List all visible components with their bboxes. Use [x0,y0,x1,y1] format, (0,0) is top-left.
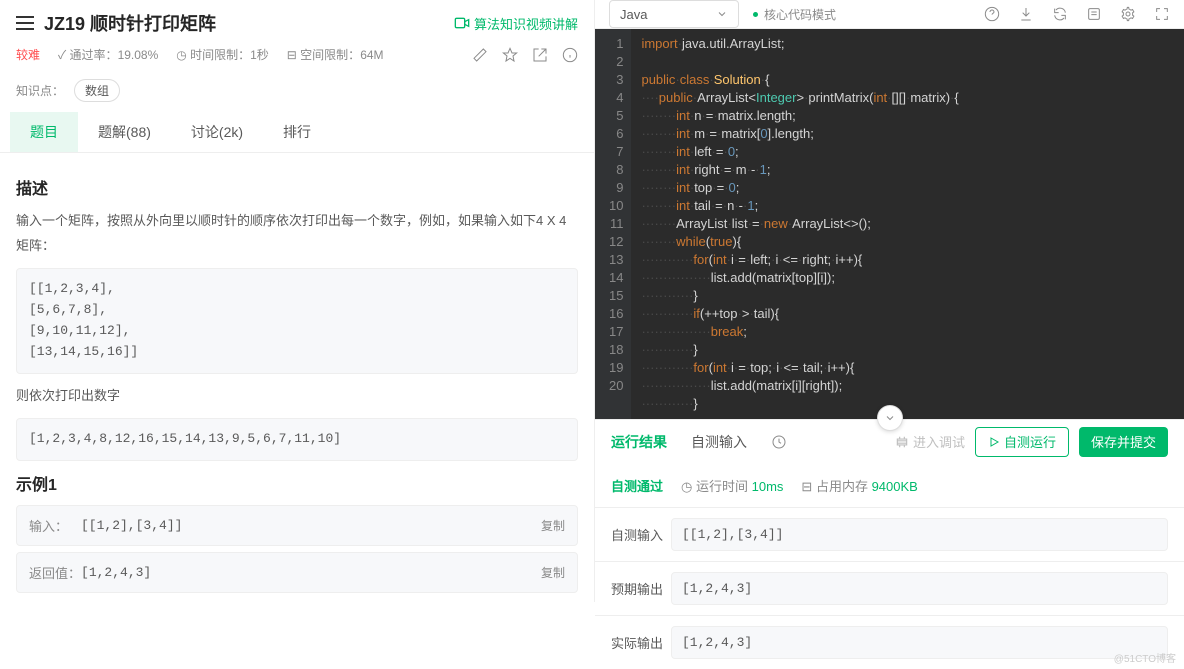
play-icon [988,436,1000,448]
editor-wrap: 1234567891011121314151617181920 import·j… [595,29,1184,419]
example-return-value: [1,2,4,3] [81,565,541,580]
history-icon[interactable] [771,434,787,450]
knowledge-label: 知识点： [16,82,64,99]
save-submit-button[interactable]: 保存并提交 [1079,427,1168,457]
language-label: Java [620,7,647,22]
debug-icon [895,435,909,449]
tab-rank[interactable]: 排行 [263,112,331,152]
collapse-panel-button[interactable] [877,405,903,431]
example-input-label: 输入： [29,516,81,535]
problem-title: JZ19 顺时针打印矩阵 [44,10,454,36]
output-sequence-box: [1,2,3,4,8,12,16,15,14,13,9,5,6,7,11,10] [16,418,578,461]
self-run-label: 自测运行 [1004,432,1056,451]
watermark: @51CTO博客 [1114,650,1176,665]
code-content[interactable]: import·java.util.ArrayList; public·class… [631,29,968,419]
download-icon[interactable] [1018,6,1034,22]
settings-icon[interactable] [1120,6,1136,22]
io-self-input-row: 自测输入 [[1,2],[3,4]] [595,507,1184,561]
code-mode-label: 核心代码模式 [764,6,836,23]
difficulty-label: 较难 [16,46,40,63]
runtime-stat: ◷ 运行时间 10ms [681,476,783,495]
tab-discuss[interactable]: 讨论(2k) [171,112,263,152]
video-explain-link[interactable]: 算法知识视频讲解 [454,14,578,33]
result-panel: 运行结果 自测输入 进入调试 自测运行 保存并提交 自测通过 ◷ 运行时间 10… [595,419,1184,669]
copy-input-button[interactable]: 复制 [541,517,565,534]
io-actual-label: 实际输出 [611,633,671,652]
status-row: 自测通过 ◷ 运行时间 10ms ⊟ 占用内存 9400KB [595,464,1184,507]
notes-icon[interactable] [1086,6,1102,22]
then-text: 则依次打印出数字 [16,384,578,409]
time-limit: ◷ 时间限制：1秒 [176,46,269,63]
refresh-icon[interactable] [1052,6,1068,22]
description-heading: 描述 [16,175,578,199]
knowledge-row: 知识点： 数组 [0,73,594,112]
pass-rate: ✓ 通过率：19.08% [58,46,158,63]
language-select[interactable]: Java [609,0,739,28]
io-self-input-value[interactable]: [[1,2],[3,4]] [671,518,1168,551]
problem-panel: JZ19 顺时针打印矩阵 算法知识视频讲解 较难 ✓ 通过率：19.08% ◷ … [0,0,595,602]
star-icon[interactable] [502,47,518,63]
chevron-down-icon [716,8,728,20]
video-explain-label: 算法知识视频讲解 [474,14,578,33]
self-run-button[interactable]: 自测运行 [975,427,1069,457]
code-editor[interactable]: 1234567891011121314151617181920 import·j… [595,29,1184,419]
example-return-label: 返回值： [29,563,81,582]
share-icon[interactable] [532,47,548,63]
save-submit-label: 保存并提交 [1091,432,1156,451]
debug-label: 进入调试 [913,432,965,451]
help-icon[interactable] [984,6,1000,22]
copy-return-button[interactable]: 复制 [541,564,565,581]
edit-icon[interactable] [472,47,488,63]
status-pass-label: 自测通过 [611,476,663,495]
editor-top-bar: Java 核心代码模式 [595,0,1184,29]
example-input-row: 输入： [[1,2],[3,4]] 复制 [16,505,578,546]
tab-problem[interactable]: 题目 [10,112,78,152]
input-matrix-box: [[1,2,3,4], [5,6,7,8], [9,10,11,12], [13… [16,268,578,373]
line-gutter: 1234567891011121314151617181920 [595,29,631,419]
description-text: 输入一个矩阵，按照从外向里以顺时针的顺序依次打印出每一个数字，例如，如果输入如下… [16,209,578,258]
fullscreen-icon[interactable] [1154,6,1170,22]
example-input-value: [[1,2],[3,4]] [81,518,541,533]
tab-run-result[interactable]: 运行结果 [611,432,667,452]
code-mode: 核心代码模式 [753,6,836,23]
editor-panel: Java 核心代码模式 1234567891011121314151617181… [595,0,1184,602]
example-return-row: 返回值： [1,2,4,3] 复制 [16,552,578,593]
io-expected-row: 预期输出 [1,2,4,3] [595,561,1184,615]
menu-icon[interactable] [16,16,34,30]
chevron-down-icon [884,412,896,424]
knowledge-tag[interactable]: 数组 [74,79,120,102]
info-icon[interactable] [562,47,578,63]
tab-solutions[interactable]: 题解(88) [78,112,171,152]
io-self-input-label: 自测输入 [611,525,671,544]
content-tabs: 题目 题解(88) 讨论(2k) 排行 [0,112,594,153]
video-icon [454,15,470,31]
mode-dot-icon [753,12,758,17]
io-expected-label: 预期输出 [611,579,671,598]
space-limit: ⊟ 空间限制：64M [287,46,384,63]
io-expected-value: [1,2,4,3] [671,572,1168,605]
problem-content: 描述 输入一个矩阵，按照从外向里以顺时针的顺序依次打印出每一个数字，例如，如果输… [0,153,594,602]
tab-self-input[interactable]: 自测输入 [691,432,747,452]
io-actual-row: 实际输出 [1,2,4,3] [595,615,1184,669]
example1-heading: 示例1 [16,471,578,495]
problem-header: JZ19 顺时针打印矩阵 算法知识视频讲解 [0,0,594,42]
io-actual-value: [1,2,4,3] [671,626,1168,659]
enter-debug-link[interactable]: 进入调试 [895,432,965,451]
meta-row: 较难 ✓ 通过率：19.08% ◷ 时间限制：1秒 ⊟ 空间限制：64M [0,42,594,73]
memory-stat: ⊟ 占用内存 9400KB [801,476,917,495]
